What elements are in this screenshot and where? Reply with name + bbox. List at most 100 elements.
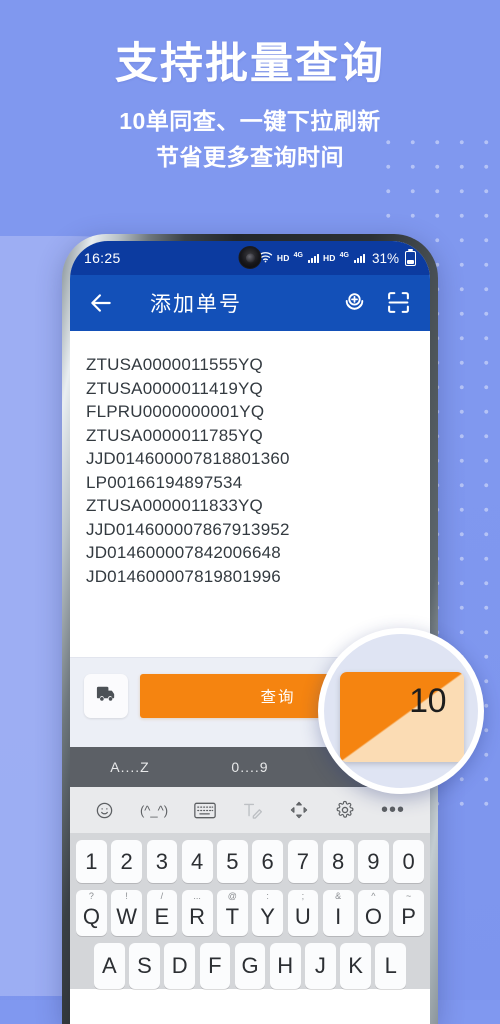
settings-gear-icon[interactable] [335, 800, 355, 820]
list-item: JD014600007842006648 [86, 543, 281, 562]
key-1[interactable]: 1 [76, 840, 107, 883]
key-u-label: U [294, 903, 311, 929]
key-f[interactable]: F [199, 943, 231, 989]
key-q[interactable]: ? Q [76, 890, 107, 936]
keyboard-toolbar: (^_^) ••• [70, 787, 430, 833]
key-p-sup: ~ [405, 891, 412, 901]
keyboard-layout-icon[interactable] [194, 802, 216, 819]
key-w[interactable]: ! W [111, 890, 142, 936]
back-arrow-icon[interactable] [88, 290, 114, 316]
list-item: LP00166194897534 [86, 472, 243, 492]
tracking-number-list[interactable]: ZTUSA0000011555YQ ZTUSA0000011419YQ FLPR… [70, 331, 430, 657]
key-e-label: E [154, 903, 170, 929]
hd-voice-label-2: HD [322, 253, 336, 263]
key-p[interactable]: ~ P [393, 890, 424, 936]
key-9[interactable]: 9 [358, 840, 389, 883]
network-type-label-2: 4G [339, 251, 349, 259]
carrier-select-button[interactable] [84, 673, 128, 718]
key-w-sup: ! [125, 891, 128, 901]
key-5[interactable]: 5 [217, 840, 248, 883]
key-e-sup: / [160, 891, 164, 901]
key-t[interactable]: @ T [217, 890, 248, 936]
keyboard: 1 2 3 4 5 6 7 8 9 0 ? Q ! W / E ... R @ … [70, 833, 430, 989]
suggestion-az[interactable]: A....Z [70, 759, 190, 775]
key-u[interactable]: ; U [287, 890, 319, 936]
key-3[interactable]: 3 [146, 840, 178, 883]
key-g[interactable]: G [234, 943, 266, 989]
list-item: ZTUSA0000011785YQ [86, 425, 263, 445]
suggestion-09[interactable]: 0....9 [190, 759, 310, 775]
promo-subline-1: 10单同查、一键下拉刷新 [119, 108, 381, 135]
promo-subline-2: 节省更多查询时间 [156, 143, 344, 170]
key-i-sup: & [335, 891, 342, 901]
magnified-badge-card: 10 [340, 672, 464, 762]
key-8[interactable]: 8 [322, 840, 354, 883]
key-t-label: T [225, 903, 240, 929]
page-title: 添加单号 [150, 293, 242, 316]
badge-count-label: 10 [409, 682, 446, 720]
key-o-sup: ^ [371, 891, 376, 901]
list-item: ZTUSA0000011555YQ [86, 355, 263, 374]
scan-code-icon[interactable] [386, 290, 412, 316]
signal-bars-icon-2 [353, 253, 365, 263]
list-item: JJD014600007867913952 [86, 519, 290, 539]
battery-percent-label: 31% [371, 250, 399, 266]
key-r-sup: ... [193, 891, 201, 901]
emoji-icon[interactable] [95, 801, 114, 820]
truck-icon [95, 682, 118, 710]
battery-icon [405, 248, 416, 266]
key-4[interactable]: 4 [181, 840, 213, 883]
key-w-label: W [116, 903, 137, 929]
list-item: ZTUSA0000011833YQ [86, 496, 263, 515]
status-bar-icons: HD 4G HD 4G 31% [258, 248, 416, 266]
key-i-label: I [335, 903, 342, 929]
key-t-sup: @ [227, 891, 237, 901]
hd-voice-label-1: HD [276, 253, 290, 263]
magnifier-callout: 10 [318, 628, 484, 794]
voice-add-icon[interactable] [342, 290, 368, 316]
key-r[interactable]: ... R [181, 890, 213, 936]
list-item: JJD014600007818801360 [86, 449, 290, 468]
app-bar: 添加单号 [70, 275, 430, 331]
promo-headline: 支持批量查询 [115, 40, 385, 88]
key-i[interactable]: & I [322, 890, 354, 936]
phone-mockup-frame: 16:25 HD 4G HD 4G 31% 添加单号 ZTUSA00000115… [62, 234, 438, 1024]
key-0[interactable]: 0 [393, 840, 424, 883]
key-7[interactable]: 7 [287, 840, 319, 883]
keyboard-alpha-row: ? Q ! W / E ... R @ T: Y ; U & I ^ O ~ … [74, 890, 426, 936]
key-l[interactable]: L [375, 943, 407, 989]
network-type-label-1: 4G [293, 251, 303, 259]
key-y-sup: : [266, 891, 269, 901]
front-camera-punch-hole [238, 246, 262, 269]
key-e[interactable]: / E [146, 890, 178, 936]
key-q-label: Q [82, 903, 100, 929]
signal-bars-icon-1 [307, 253, 319, 263]
key-r-label: R [189, 903, 206, 929]
key-h[interactable]: H [269, 943, 301, 989]
handwriting-icon[interactable] [242, 801, 263, 820]
key-k[interactable]: K [340, 943, 371, 989]
query-button-label: 查询 [260, 688, 296, 706]
status-bar-time: 16:25 [84, 250, 121, 266]
cursor-move-icon[interactable] [289, 800, 309, 820]
list-item: ZTUSA0000011419YQ [86, 378, 263, 398]
kaomoji-icon[interactable]: (^_^) [140, 803, 168, 818]
key-y[interactable]: : Y [252, 890, 283, 936]
key-d[interactable]: D [164, 943, 196, 989]
key-j[interactable]: J [305, 943, 336, 989]
keyboard-third-row: A S D F G H J K L [74, 943, 426, 989]
list-item: FLPRU0000000001YQ [86, 402, 265, 421]
list-item: JD014600007819801996 [86, 566, 281, 586]
key-2[interactable]: 2 [111, 840, 142, 883]
key-o[interactable]: ^ O [358, 890, 389, 936]
key-o-label: O [364, 903, 382, 929]
key-a[interactable]: A [94, 943, 125, 989]
more-options-icon[interactable]: ••• [381, 800, 405, 820]
key-s[interactable]: S [129, 943, 160, 989]
key-p-label: P [401, 903, 416, 929]
key-u-sup: ; [301, 891, 305, 901]
keyboard-number-row: 1 2 3 4 5 6 7 8 9 0 [74, 840, 426, 883]
key-6[interactable]: 6 [252, 840, 283, 883]
status-bar: 16:25 HD 4G HD 4G 31% [70, 241, 430, 275]
key-y-label: Y [260, 903, 275, 929]
